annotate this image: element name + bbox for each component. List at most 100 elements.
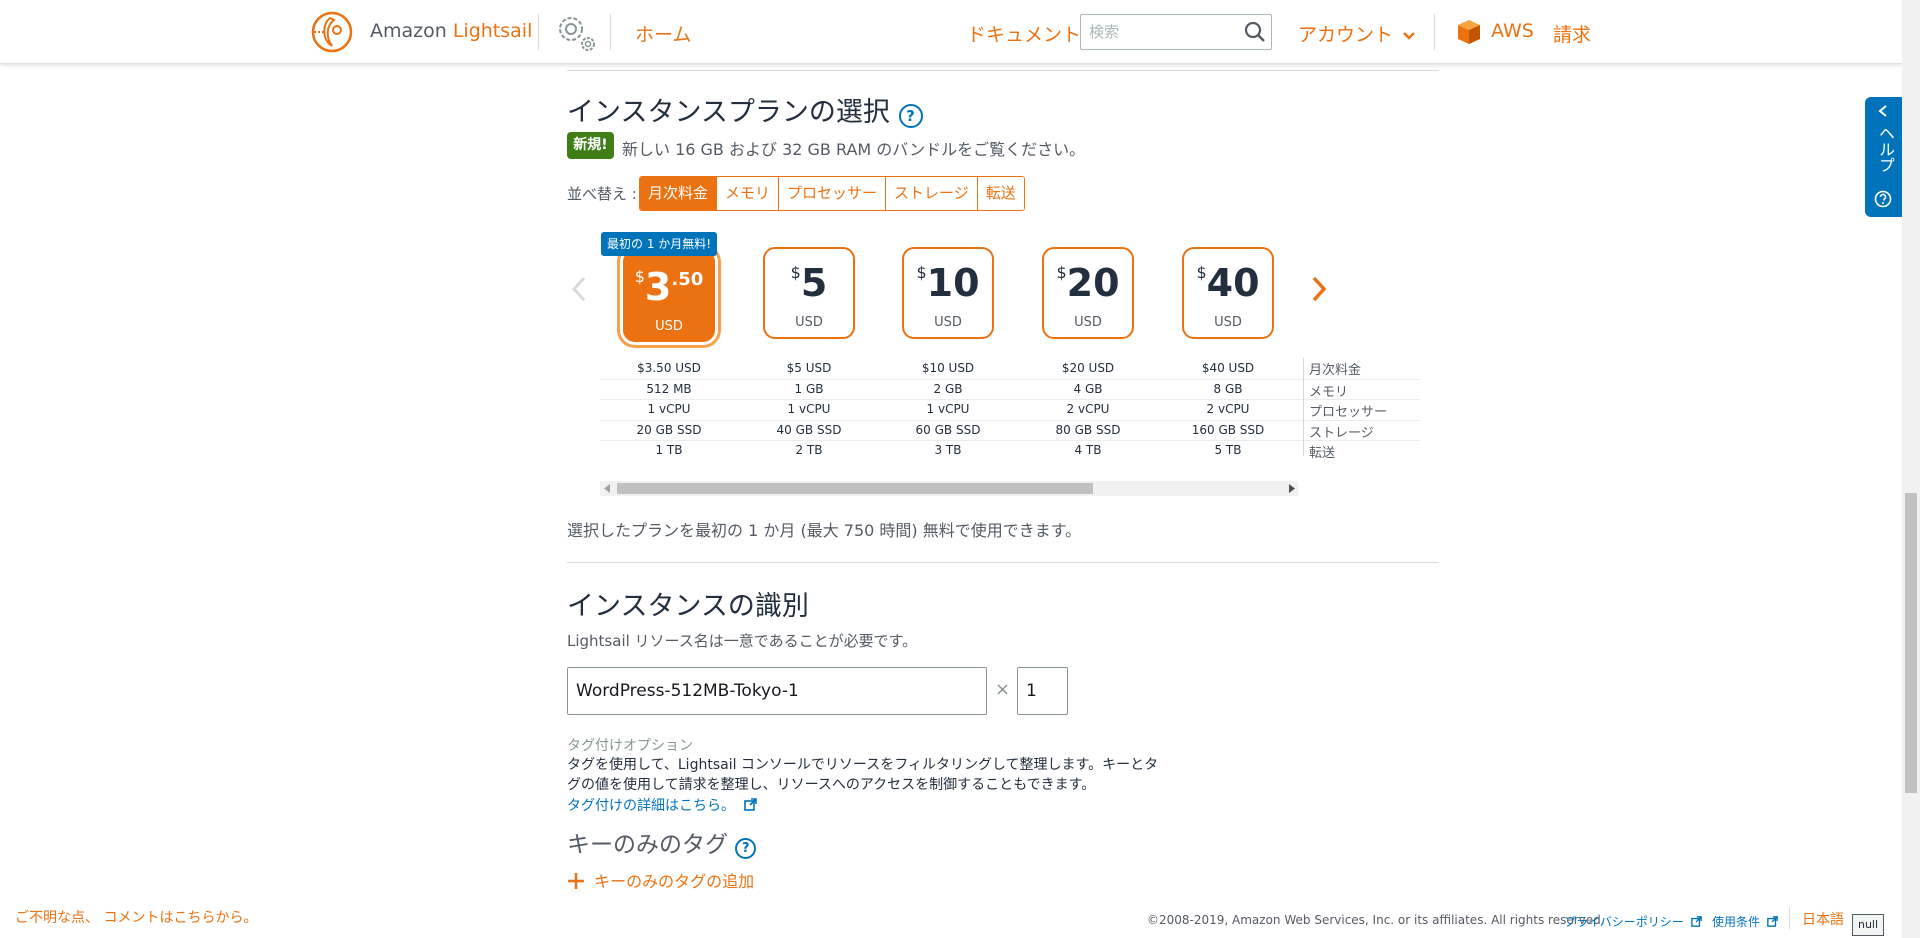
free-usage-note: 選択したプランを最初の 1 か月 (最大 750 時間) 無料で使用できます。	[567, 521, 1082, 540]
spec-label-divider	[1303, 358, 1304, 456]
currency-symbol: $	[1056, 263, 1067, 282]
nav-home-link[interactable]: ホーム	[635, 20, 691, 47]
spec-price: $40 USD	[1201, 361, 1255, 375]
privacy-policy-link[interactable]: プライバシーポリシー	[1564, 913, 1702, 930]
price-unit: USD	[934, 315, 962, 330]
plan-section-title-text: インスタンスプランの選択	[567, 97, 890, 128]
plan-card-5[interactable]: $5 USD	[763, 247, 855, 339]
spec-transfer: 2 TB	[795, 443, 823, 457]
currency-symbol: $	[916, 263, 927, 282]
feedback-link[interactable]: ご不明な点、 コメントはこちらから。	[15, 907, 257, 927]
plans-scrollbar-thumb[interactable]	[617, 483, 1093, 494]
spec-label-processor: プロセッサー	[1309, 405, 1388, 420]
scroll-right-icon[interactable]	[1288, 484, 1296, 493]
brand-prefix: Amazon	[370, 20, 447, 42]
add-key-only-tag-label: キーのみのタグの追加	[594, 872, 755, 891]
search-icon[interactable]	[1244, 21, 1266, 43]
spec-storage: 60 GB SSD	[915, 423, 981, 437]
new-bundles-text: 新しい 16 GB および 32 GB RAM のバンドルをご覧ください。	[622, 140, 1086, 159]
sort-monthly-price[interactable]: 月次料金	[640, 177, 718, 210]
nav-divider	[1434, 14, 1435, 50]
plan-price: $40	[1184, 261, 1272, 305]
section-divider	[567, 70, 1439, 71]
plan-price: $3.50	[626, 265, 712, 309]
nav-billing-link[interactable]: 請求	[1553, 20, 1591, 47]
brand-name[interactable]: Amazon Lightsail	[370, 20, 532, 42]
sort-button-group: 月次料金 メモリ プロセッサー ストレージ 転送	[639, 176, 1025, 211]
sort-processor[interactable]: プロセッサー	[779, 177, 887, 210]
plan-card-20[interactable]: $20 USD	[1042, 247, 1134, 339]
plan-card-3-50[interactable]: $3.50 USD	[623, 250, 715, 342]
spec-cpu: 1 vCPU	[926, 402, 970, 416]
instance-count-input[interactable]	[1017, 667, 1068, 715]
plan-card-10[interactable]: $10 USD	[902, 247, 994, 339]
spec-storage: 80 GB SSD	[1055, 423, 1121, 437]
tagging-description-line2: グの値を使用して請求を整理し、リソースへのアクセスを制御することもできます。	[567, 777, 1096, 793]
price-unit: USD	[1214, 315, 1242, 330]
currency-symbol: $	[634, 267, 645, 286]
nav-divider	[538, 14, 539, 50]
spec-label-price: 月次料金	[1309, 363, 1362, 378]
copyright-text: ©2008-2019, Amazon Web Services, Inc. or…	[1147, 913, 1605, 927]
sort-storage[interactable]: ストレージ	[886, 177, 978, 210]
key-only-tags-title: キーのみのタグ ?	[567, 825, 757, 859]
tagging-details-link[interactable]: タグ付けの詳細はこちら。	[567, 795, 758, 815]
add-key-only-tag-button[interactable]: キーのみのタグの追加	[567, 868, 754, 892]
sort-memory[interactable]: メモリ	[717, 177, 780, 210]
nav-aws-link[interactable]: AWS	[1491, 20, 1534, 42]
instance-name-input[interactable]	[567, 667, 987, 715]
spec-memory: 512 MB	[646, 382, 692, 396]
tagging-description-line1: タグを使用して、Lightsail コンソールでリソースをフィルタリングして整理…	[567, 757, 1159, 773]
spec-transfer: 4 TB	[1074, 443, 1102, 457]
identify-section-title: インスタンスの識別	[567, 591, 809, 622]
nav-account-menu[interactable]: アカウント	[1298, 20, 1415, 47]
settings-gear-icon[interactable]	[551, 10, 601, 56]
external-link-icon	[744, 798, 758, 811]
sort-label: 並べ替え :	[567, 185, 637, 203]
spec-storage: 160 GB SSD	[1191, 423, 1265, 437]
plan-price: $5	[765, 261, 853, 305]
help-question-icon[interactable]: ?	[898, 104, 923, 128]
price-amount: 20	[1066, 261, 1120, 305]
section-divider	[567, 562, 1439, 563]
spec-transfer: 1 TB	[655, 443, 683, 457]
spec-price: $10 USD	[921, 361, 975, 375]
spec-label-transfer: 転送	[1309, 446, 1336, 461]
carousel-prev-icon[interactable]	[572, 276, 586, 302]
page-scrollbar-thumb[interactable]	[1905, 493, 1917, 793]
sort-transfer[interactable]: 転送	[977, 177, 1024, 210]
privacy-policy-label: プライバシーポリシー	[1564, 915, 1684, 929]
spec-memory: 2 GB	[933, 382, 963, 396]
spec-storage: 40 GB SSD	[776, 423, 842, 437]
spec-cpu: 1 vCPU	[787, 402, 831, 416]
scroll-left-icon[interactable]	[603, 484, 611, 493]
lightsail-logo-icon[interactable]	[310, 10, 354, 54]
carousel-next-icon[interactable]	[1312, 276, 1326, 302]
spec-row-divider	[600, 379, 1420, 380]
help-question-icon[interactable]: ?	[735, 838, 757, 859]
spec-cpu: 2 vCPU	[1066, 402, 1110, 416]
plan-card-40[interactable]: $40 USD	[1182, 247, 1274, 339]
currency-symbol: $	[1196, 263, 1207, 282]
price-amount: 3	[644, 265, 672, 309]
nav-divider	[610, 14, 611, 50]
spec-cpu: 1 vCPU	[647, 402, 691, 416]
nav-docs-link[interactable]: ドキュメント	[967, 20, 1081, 47]
spec-transfer: 5 TB	[1214, 443, 1242, 457]
search-box	[1080, 14, 1272, 50]
currency-symbol: $	[790, 263, 801, 282]
help-panel-tab[interactable]: ヘルプ	[1865, 97, 1902, 217]
spec-cpu: 2 vCPU	[1206, 402, 1250, 416]
account-label: アカウント	[1298, 24, 1394, 46]
language-selector[interactable]: 日本語	[1802, 909, 1844, 929]
search-input[interactable]	[1081, 15, 1247, 49]
spec-price: $5 USD	[786, 361, 832, 375]
new-badge: 新規!	[567, 132, 614, 159]
free-month-badge: 最初の 1 か月無料!	[601, 232, 718, 256]
spec-transfer: 3 TB	[934, 443, 962, 457]
terms-of-use-link[interactable]: 使用条件	[1712, 913, 1778, 930]
plan-section-title: インスタンスプランの選択 ?	[567, 90, 923, 129]
spec-row-divider	[600, 440, 1420, 441]
price-cents: .50	[671, 269, 704, 290]
page-vertical-scrollbar[interactable]	[1902, 0, 1920, 938]
